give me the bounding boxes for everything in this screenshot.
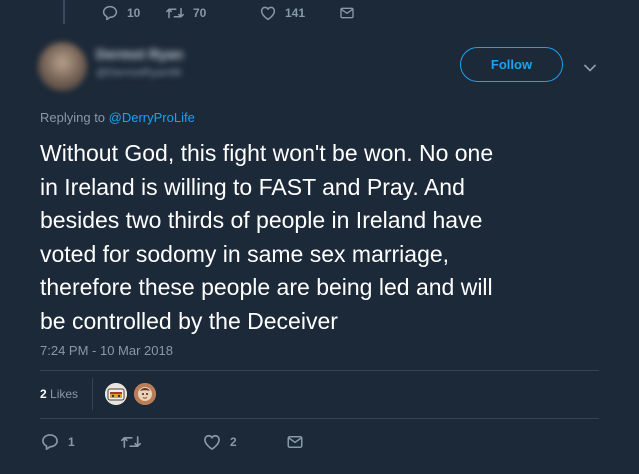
- message-action[interactable]: [286, 432, 304, 452]
- retweet-action[interactable]: [120, 432, 202, 452]
- author-display-name[interactable]: Dermot Ryan: [96, 46, 183, 62]
- like-action[interactable]: 141: [259, 3, 339, 23]
- tweet-menu-button[interactable]: [582, 60, 598, 76]
- previous-tweet-actions: 10 70 141: [101, 3, 355, 23]
- like-count: 2: [230, 435, 237, 449]
- likes-separator: [92, 378, 93, 410]
- heart-icon: [260, 6, 276, 21]
- retweet-action[interactable]: 70: [165, 3, 259, 23]
- retweet-icon: [121, 436, 142, 448]
- envelope-icon: [340, 7, 354, 19]
- reply-icon: [42, 434, 58, 450]
- like-count: 141: [285, 6, 306, 20]
- reply-count: 10: [127, 6, 141, 20]
- author-info[interactable]: Dermot Ryan @DermotRyan98: [96, 46, 183, 79]
- reply-icon: [102, 5, 118, 21]
- tweet-text: Without God, this fight won't be won. No…: [40, 140, 494, 334]
- reply-action[interactable]: 10: [101, 3, 165, 23]
- replying-to: Replying to @DerryProLife: [40, 110, 195, 125]
- divider: [40, 370, 599, 371]
- like-action[interactable]: 2: [202, 432, 286, 452]
- envelope-icon: [287, 436, 303, 448]
- liker-avatar-image: [134, 383, 156, 405]
- author-handle: @DermotRyan98: [96, 67, 182, 79]
- divider: [40, 418, 599, 419]
- retweet-icon: [166, 7, 184, 19]
- liker-avatar[interactable]: [133, 382, 157, 406]
- replying-to-label: Replying to: [40, 110, 109, 125]
- tweet-actions: 1 2: [40, 432, 304, 452]
- likes-label: Likes: [46, 387, 79, 401]
- replying-to-handle-link[interactable]: @DerryProLife: [109, 110, 195, 125]
- tweet-timestamp[interactable]: 7:24 PM - 10 Mar 2018: [40, 343, 173, 358]
- liker-avatar[interactable]: [104, 382, 128, 406]
- thread-connector-line: [63, 0, 65, 24]
- retweet-count: 70: [193, 6, 207, 20]
- message-action[interactable]: [339, 3, 355, 23]
- reply-count: 1: [68, 435, 75, 449]
- reply-action[interactable]: 1: [40, 432, 120, 452]
- chevron-down-icon: [584, 64, 596, 72]
- author-avatar[interactable]: [38, 42, 87, 91]
- follow-button[interactable]: Follow: [460, 47, 563, 82]
- liker-avatar-image: [105, 383, 127, 405]
- heart-icon: [204, 434, 220, 450]
- likes-number: 2: [40, 387, 47, 401]
- likes-count[interactable]: 2 Likes: [40, 387, 78, 401]
